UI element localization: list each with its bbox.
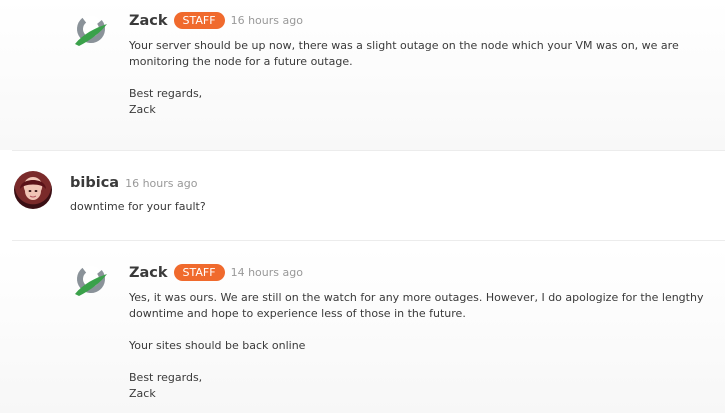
comment-header: bibica 16 hours ago bbox=[70, 175, 197, 191]
comment-header: Zack STAFF 14 hours ago bbox=[129, 264, 303, 281]
comment-text: Best regards, bbox=[129, 371, 203, 384]
comment: Zack STAFF 16 hours ago Your server shou… bbox=[0, 0, 725, 150]
timestamp: 16 hours ago bbox=[230, 14, 303, 27]
comment-header: Zack STAFF 16 hours ago bbox=[129, 12, 303, 29]
comment: Zack STAFF 14 hours ago Yes, it was ours… bbox=[0, 248, 725, 413]
divider bbox=[12, 240, 725, 241]
comment-body: downtime for your fault? bbox=[70, 199, 670, 215]
comment-text: Your sites should be back online bbox=[129, 339, 306, 352]
divider bbox=[12, 150, 725, 151]
company-logo-icon bbox=[75, 15, 107, 46]
author-name[interactable]: Zack bbox=[129, 13, 168, 29]
timestamp: 16 hours ago bbox=[125, 176, 198, 190]
comment-body: Yes, it was ours. We are still on the wa… bbox=[129, 290, 719, 402]
comment-text: Best regards, bbox=[129, 87, 203, 100]
staff-avatar[interactable] bbox=[71, 12, 109, 50]
timestamp: 14 hours ago bbox=[230, 266, 303, 279]
comment: bibica 16 hours ago downtime for your fa… bbox=[0, 160, 725, 240]
comment-text: Your server should be up now, there was … bbox=[129, 39, 679, 68]
comment-text: Zack bbox=[129, 103, 156, 116]
comment-text: downtime for your fault? bbox=[70, 200, 206, 213]
comment-body: Your server should be up now, there was … bbox=[129, 38, 709, 118]
user-photo[interactable] bbox=[14, 171, 52, 209]
avatar bbox=[20, 180, 46, 200]
author-name[interactable]: bibica bbox=[70, 175, 119, 191]
comment-text: Yes, it was ours. We are still on the wa… bbox=[129, 291, 704, 320]
comment-text: Zack bbox=[129, 387, 156, 400]
staff-badge: STAFF bbox=[173, 12, 225, 29]
staff-badge: STAFF bbox=[173, 264, 225, 281]
staff-avatar[interactable] bbox=[71, 262, 109, 300]
company-logo-icon bbox=[75, 265, 107, 296]
author-name[interactable]: Zack bbox=[129, 265, 168, 281]
